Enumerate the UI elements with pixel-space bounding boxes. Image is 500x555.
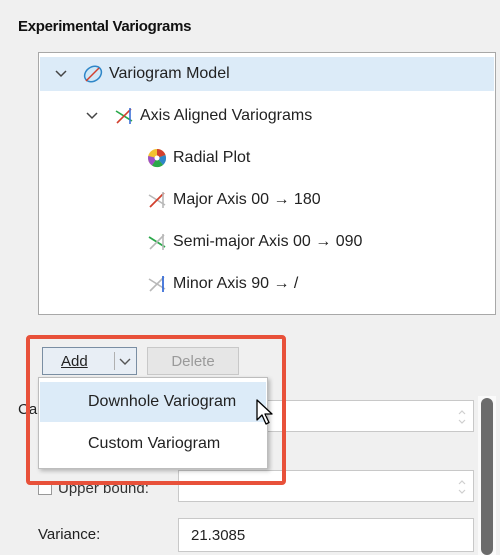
spinner-icon[interactable] — [457, 478, 467, 496]
tree-item-semi-major-axis[interactable]: Semi-major Axis 00 → 090 — [146, 225, 362, 259]
axis-aligned-variograms-icon — [115, 108, 133, 124]
spinner-icon[interactable] — [457, 408, 467, 426]
semi-major-axis-icon — [148, 234, 166, 250]
tree-item-variogram-model[interactable]: Variogram Model — [40, 57, 494, 91]
tree-item-label: Major Axis 00 → 180 — [173, 191, 321, 208]
chevron-down-icon[interactable] — [85, 109, 99, 123]
tree-item-label: Variogram Model — [109, 65, 230, 82]
variogram-tree[interactable]: Variogram Model Axis Aligned Variograms … — [38, 52, 496, 315]
variance-value: 21.3085 — [191, 527, 246, 544]
tree-item-major-axis[interactable]: Major Axis 00 → 180 — [146, 183, 321, 217]
variance-label: Variance: — [38, 526, 101, 543]
section-title: Experimental Variograms — [18, 18, 192, 35]
callout-highlight — [26, 335, 286, 485]
tree-item-axis-aligned-variograms[interactable]: Axis Aligned Variograms — [85, 99, 312, 133]
radial-plot-icon — [147, 148, 167, 168]
tree-item-radial-plot[interactable]: Radial Plot — [146, 141, 250, 175]
tree-item-label: Semi-major Axis 00 → 090 — [173, 233, 363, 250]
tree-item-minor-axis[interactable]: Minor Axis 90 → / — [146, 267, 298, 301]
variogram-model-icon — [83, 65, 103, 83]
chevron-down-icon[interactable] — [54, 67, 68, 81]
tree-item-label: Axis Aligned Variograms — [140, 107, 313, 124]
minor-axis-icon — [148, 276, 166, 292]
tree-item-label: Minor Axis 90 → / — [173, 275, 299, 292]
major-axis-icon — [148, 192, 166, 208]
tree-item-label: Radial Plot — [173, 149, 251, 166]
mouse-cursor-icon — [256, 399, 273, 425]
scrollbar-thumb[interactable] — [481, 398, 493, 555]
variance-field[interactable]: 21.3085 — [178, 518, 474, 552]
